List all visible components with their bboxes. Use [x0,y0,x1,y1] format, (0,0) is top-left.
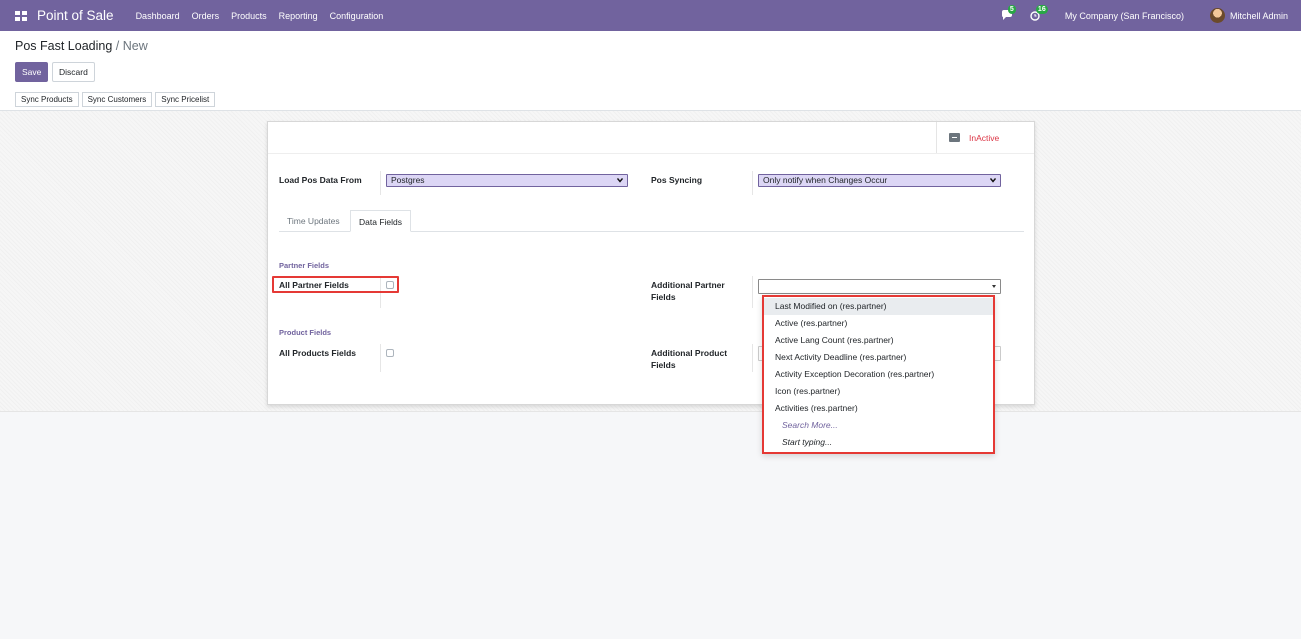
avatar[interactable] [1209,8,1225,23]
menu-configuration[interactable]: Configuration [330,11,384,21]
toggle-active-button[interactable]: InActive [936,122,1034,153]
start-typing-hint: Start typing... [782,437,833,447]
clock-icon[interactable]: 16 [1029,4,1048,23]
tab-data-fields[interactable]: Data Fields [350,210,411,232]
additional-partner-fields-input[interactable] [758,279,1001,294]
search-more-link[interactable]: Search More... [764,417,993,434]
dropdown-item[interactable]: Active (res.partner) [764,315,993,332]
chevron-down-icon [992,285,996,288]
messages-count-badge: 5 [1007,4,1016,14]
breadcrumb-current: New [122,39,148,53]
pos-syncing-select[interactable]: Only notify when Changes Occur [758,174,1001,187]
status-inactive-label: InActive [969,132,1000,143]
activities-count-badge: 16 [1035,4,1048,14]
pos-syncing-label: Pos Syncing [651,175,703,185]
user-menu[interactable]: Mitchell Admin [1230,11,1288,21]
dropdown-item[interactable]: Last Modified on (res.partner) [764,298,993,315]
control-panel: Pos Fast Loading / New Save Discard Sync… [0,31,1301,111]
menu-orders[interactable]: Orders [192,11,220,21]
sync-products-button[interactable]: Sync Products [15,92,79,107]
additional-product-fields-label-1: Additional Product [651,348,728,358]
apps-icon[interactable] [15,10,27,21]
autocomplete-dropdown: Last Modified on (res.partner) Active (r… [762,295,995,454]
menu-reporting[interactable]: Reporting [279,11,318,21]
sync-pricelist-button[interactable]: Sync Pricelist [155,92,216,107]
breadcrumb-separator: / [115,39,120,53]
all-products-fields-checkbox[interactable] [386,349,394,357]
breadcrumb-parent[interactable]: Pos Fast Loading [15,39,112,53]
app-name[interactable]: Point of Sale [37,8,114,23]
load-from-value: Postgres [391,175,425,185]
dropdown-item[interactable]: Icon (res.partner) [764,383,993,400]
sync-customers-button[interactable]: Sync Customers [81,92,153,107]
all-products-fields-label: All Products Fields [279,348,356,358]
chevron-down-icon [617,178,623,183]
field-separator [380,344,381,372]
breadcrumb: Pos Fast Loading / New [15,39,148,53]
company-switcher[interactable]: My Company (San Francisco) [1065,11,1184,21]
field-separator [752,171,753,195]
load-from-select[interactable]: Postgres [386,174,628,187]
archive-icon [949,133,960,142]
dropdown-item[interactable]: Activities (res.partner) [764,400,993,417]
load-from-label: Load Pos Data From [279,175,362,185]
sheet-divider [268,153,1034,154]
additional-product-fields-label-2: Fields [651,360,676,370]
field-separator [752,344,753,372]
save-button[interactable]: Save [15,62,49,82]
chevron-down-icon [990,178,996,183]
partner-fields-group-title: Partner Fields [279,261,330,270]
menu-products[interactable]: Products [231,11,267,21]
dropdown-item[interactable]: Next Activity Deadline (res.partner) [764,349,993,366]
navbar-systray: 5 16 My Company (San Francisco) Mitchell… [1001,0,1301,31]
field-separator [752,276,753,308]
field-separator [380,171,381,195]
menu-dashboard[interactable]: Dashboard [136,11,180,21]
tab-time-updates[interactable]: Time Updates [279,210,348,232]
product-fields-group-title: Product Fields [279,328,332,337]
pos-syncing-value: Only notify when Changes Occur [763,175,888,185]
additional-partner-fields-label-1: Additional Partner [651,280,725,290]
highlight-box [272,276,399,293]
top-navbar: Point of Sale Dashboard Orders Products … [0,0,1301,31]
dropdown-item[interactable]: Activity Exception Decoration (res.partn… [764,366,993,383]
additional-partner-fields-label-2: Fields [651,292,676,302]
chat-icon[interactable]: 5 [1001,4,1016,23]
sync-button-bar: Sync Products Sync Customers Sync Pricel… [15,92,218,107]
dropdown-item[interactable]: Active Lang Count (res.partner) [764,332,993,349]
notebook-tabs: Time Updates Data Fields [279,210,1024,232]
discard-button[interactable]: Discard [52,62,95,82]
